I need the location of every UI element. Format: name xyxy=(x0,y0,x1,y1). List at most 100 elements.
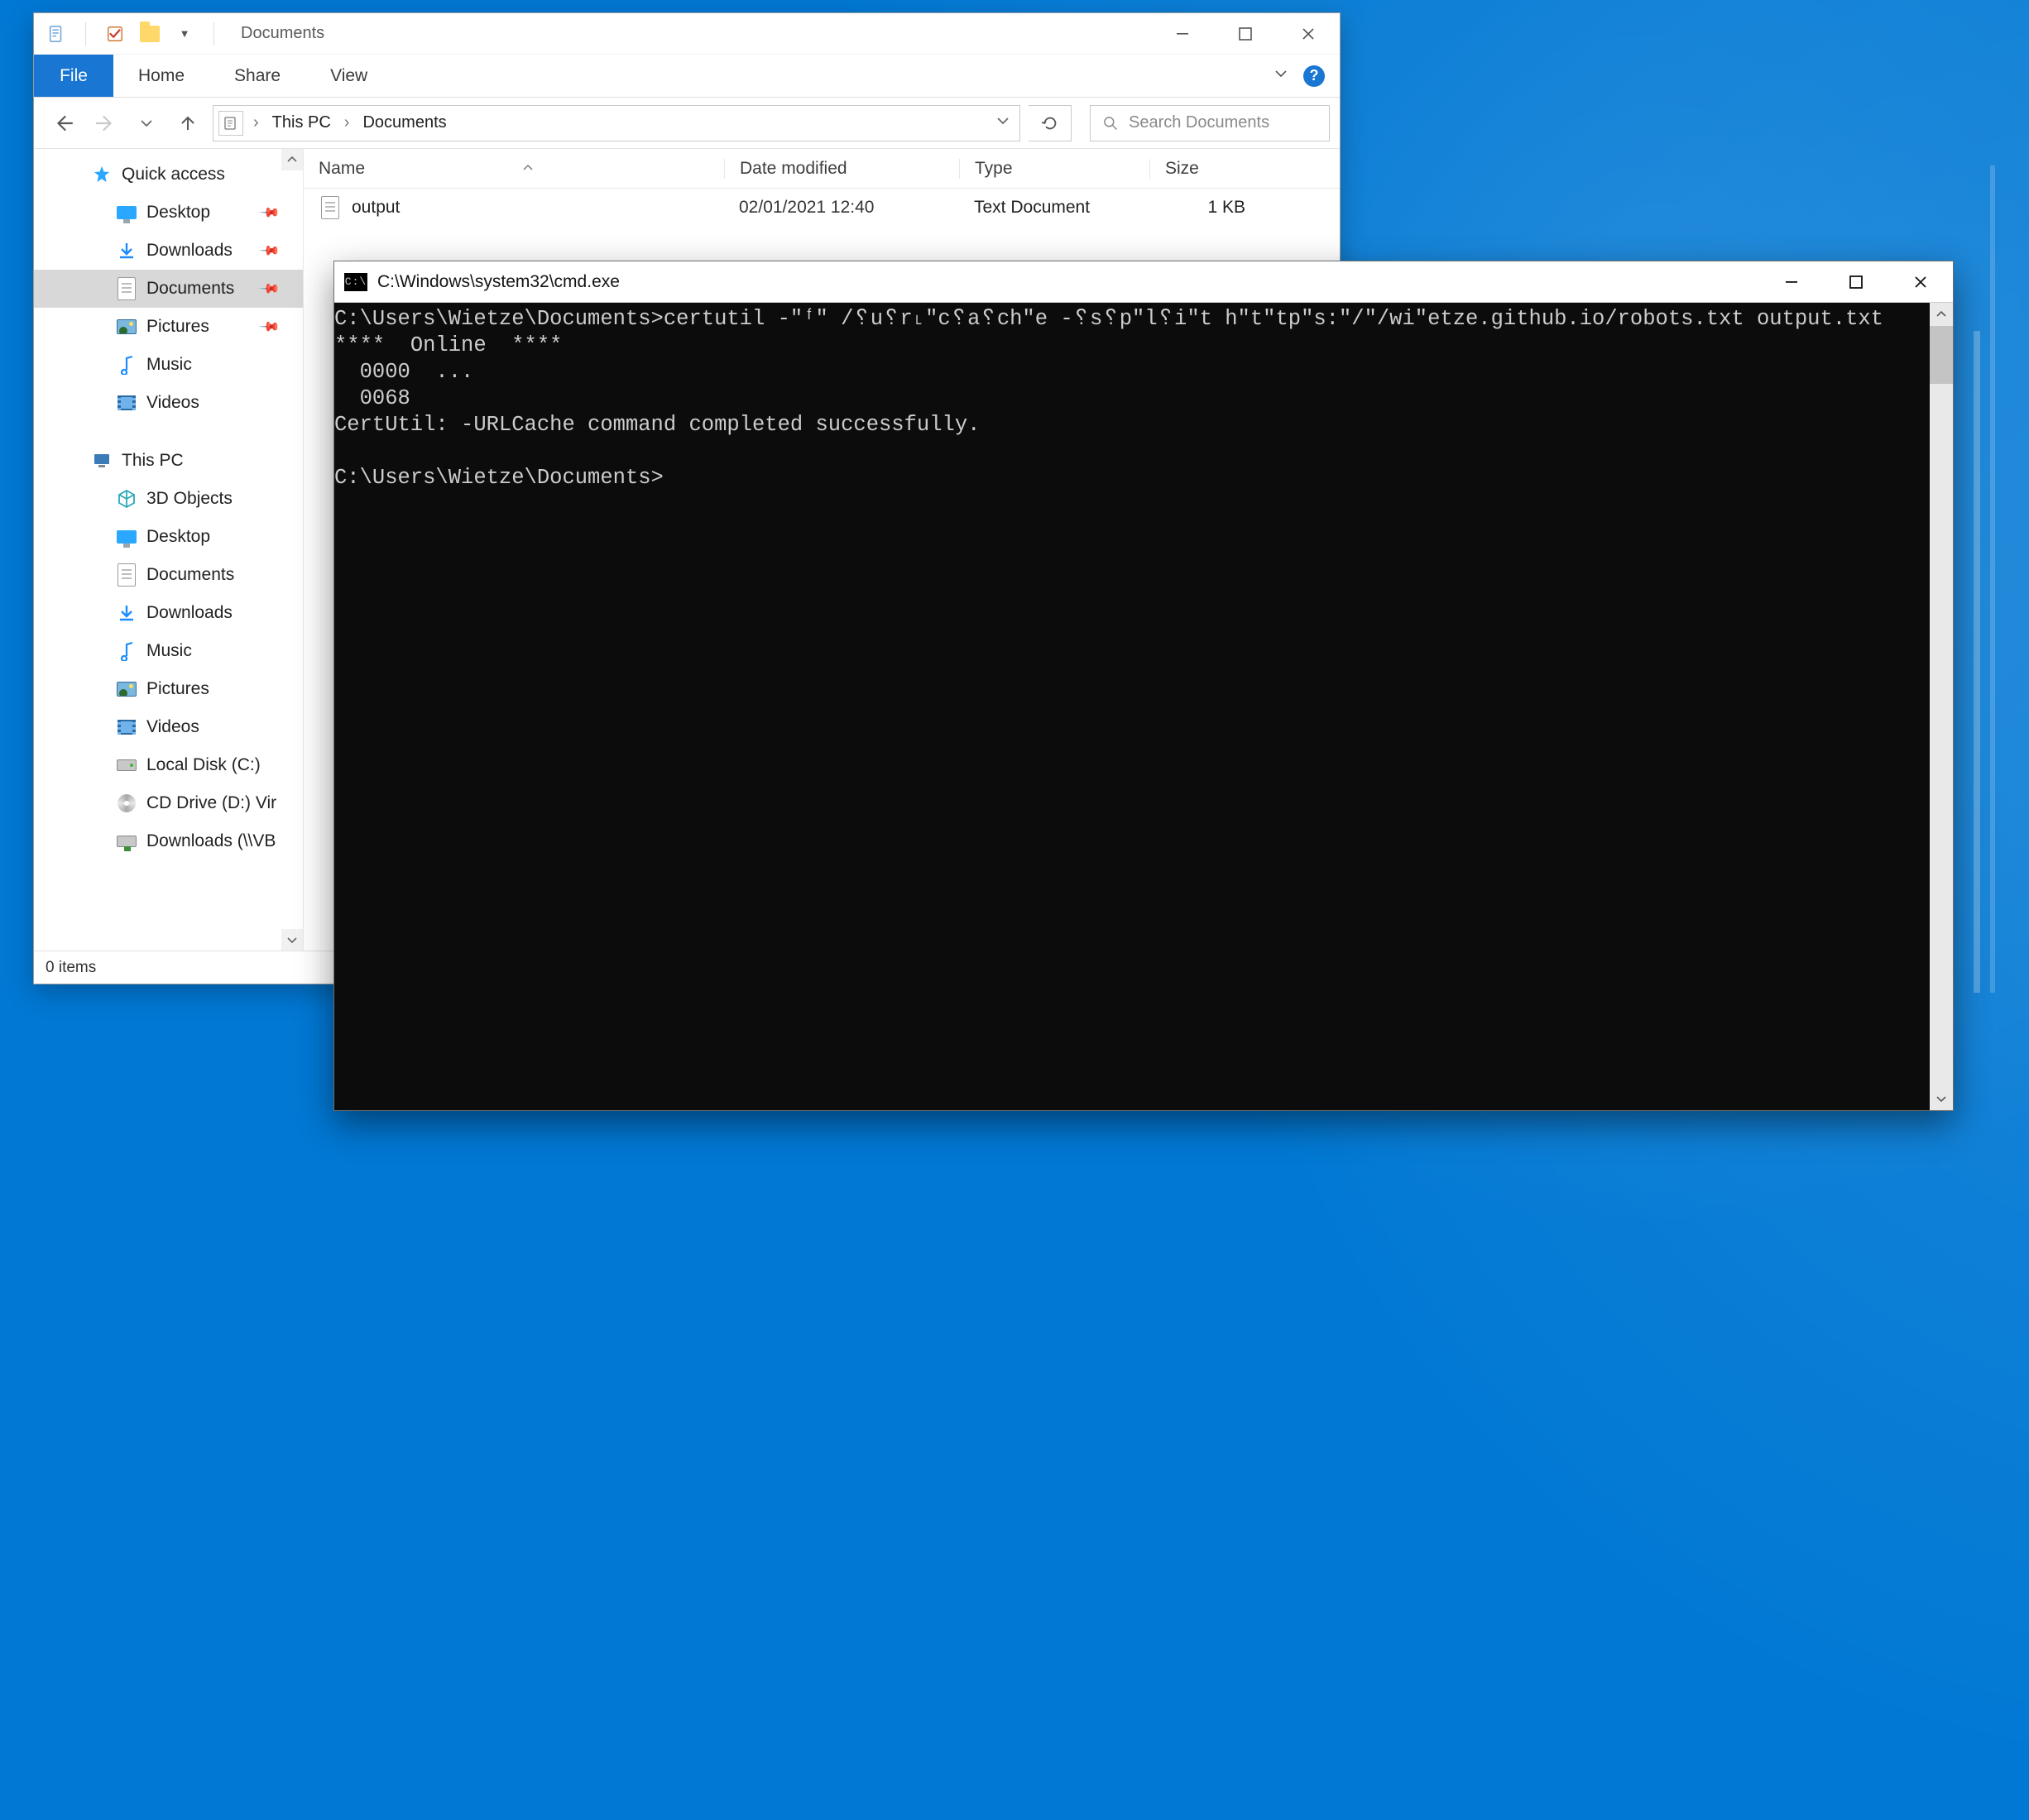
qat-check-icon[interactable] xyxy=(104,23,126,45)
cmd-titlebar[interactable]: C:\ C:\Windows\system32\cmd.exe xyxy=(334,261,1953,303)
tab-home[interactable]: Home xyxy=(113,55,209,97)
scroll-up-icon[interactable] xyxy=(1930,303,1953,326)
status-text: 0 items xyxy=(46,959,96,977)
sidebar-item-ddrive[interactable]: CD Drive (D:) Vir xyxy=(34,784,303,822)
pin-icon: 📌 xyxy=(258,315,281,338)
sidebar-item-netdownloads[interactable]: Downloads (\\VB xyxy=(34,822,303,860)
nav-this-pc[interactable]: This PC xyxy=(34,442,303,480)
sidebar-item-music[interactable]: Music xyxy=(34,346,303,384)
cmd-scrollbar[interactable] xyxy=(1930,303,1953,1110)
pin-icon: 📌 xyxy=(258,277,281,300)
sidebar-item-label: Local Disk (C:) xyxy=(146,755,261,775)
minimize-button[interactable] xyxy=(1151,13,1214,55)
music-icon xyxy=(117,641,137,661)
videos-icon xyxy=(117,393,137,413)
sidebar-item-desktop[interactable]: Desktop 📌 xyxy=(34,194,303,232)
nav-scroll-down-icon[interactable] xyxy=(281,929,303,951)
cd-icon xyxy=(117,793,137,813)
chevron-right-icon[interactable]: › xyxy=(341,113,353,132)
column-headers[interactable]: Name Date modified Type Size xyxy=(304,149,1340,189)
maximize-button[interactable] xyxy=(1214,13,1277,55)
nav-scroll-up-icon[interactable] xyxy=(281,149,303,170)
sidebar-item-label: Downloads xyxy=(146,603,233,623)
help-icon[interactable]: ? xyxy=(1303,65,1325,87)
cmd-maximize-button[interactable] xyxy=(1824,261,1888,303)
window-title: Documents xyxy=(241,24,324,43)
pin-icon: 📌 xyxy=(258,201,281,224)
chevron-right-icon[interactable]: › xyxy=(250,113,262,132)
col-type-label: Type xyxy=(975,159,1013,178)
sidebar-item-pictures[interactable]: Pictures 📌 xyxy=(34,308,303,346)
videos-icon xyxy=(117,717,137,737)
ribbon-tabs: File Home Share View ? xyxy=(34,55,1340,98)
sidebar-item-documents2[interactable]: Documents xyxy=(34,556,303,594)
sidebar-item-label: Videos xyxy=(146,717,199,737)
nav-quick-access-label: Quick access xyxy=(122,165,225,184)
sidebar-item-desktop2[interactable]: Desktop xyxy=(34,518,303,556)
nav-back-button[interactable] xyxy=(47,107,80,140)
cmd-minimize-button[interactable] xyxy=(1759,261,1824,303)
sidebar-item-label: CD Drive (D:) Vir xyxy=(146,793,276,813)
file-tab[interactable]: File xyxy=(34,55,113,97)
file-size: 1 KB xyxy=(1149,198,1265,218)
nav-quick-access[interactable]: Quick access xyxy=(34,156,303,194)
breadcrumb-folder-icon[interactable] xyxy=(218,111,243,136)
crumb-documents[interactable]: Documents xyxy=(359,113,449,132)
text-doc-icon xyxy=(320,198,340,218)
nav-forward-button[interactable] xyxy=(89,107,122,140)
close-button[interactable] xyxy=(1277,13,1340,55)
col-date[interactable]: Date modified xyxy=(724,159,959,179)
sidebar-item-cdrive[interactable]: Local Disk (C:) xyxy=(34,746,303,784)
sidebar-item-label: Videos xyxy=(146,393,199,413)
breadcrumb-dropdown-icon[interactable] xyxy=(996,113,1010,132)
navigation-pane[interactable]: Quick access Desktop 📌 Downloads 📌 Do xyxy=(34,149,304,951)
tab-share[interactable]: Share xyxy=(209,55,305,97)
cmd-icon: C:\ xyxy=(344,273,367,291)
sidebar-item-downloads2[interactable]: Downloads xyxy=(34,594,303,632)
sidebar-item-label: Pictures xyxy=(146,679,209,699)
table-row[interactable]: output 02/01/2021 12:40 Text Document 1 … xyxy=(304,189,1340,227)
crumb-this-pc[interactable]: This PC xyxy=(269,113,334,132)
sort-caret-icon xyxy=(522,159,534,179)
ribbon-expand-icon[interactable] xyxy=(1274,66,1288,85)
qat-properties-icon[interactable] xyxy=(46,23,67,45)
sidebar-item-label: Documents xyxy=(146,565,234,585)
file-name: output xyxy=(352,198,400,218)
col-name[interactable]: Name xyxy=(304,159,724,179)
refresh-button[interactable] xyxy=(1029,105,1072,141)
cmd-close-button[interactable] xyxy=(1888,261,1953,303)
file-date: 02/01/2021 12:40 xyxy=(724,198,959,218)
search-input[interactable]: Search Documents xyxy=(1090,105,1330,141)
col-size[interactable]: Size xyxy=(1149,159,1265,179)
sidebar-item-documents[interactable]: Documents 📌 xyxy=(34,270,303,308)
sidebar-item-pictures2[interactable]: Pictures xyxy=(34,670,303,708)
explorer-titlebar[interactable]: ▼ Documents xyxy=(34,13,1340,55)
col-name-label: Name xyxy=(319,159,365,179)
qat-dropdown-icon[interactable]: ▼ xyxy=(174,23,195,45)
sidebar-item-downloads[interactable]: Downloads 📌 xyxy=(34,232,303,270)
sidebar-item-3dobjects[interactable]: 3D Objects xyxy=(34,480,303,518)
download-icon xyxy=(117,241,137,261)
qat-folder-icon[interactable] xyxy=(139,23,161,45)
breadcrumb[interactable]: › This PC › Documents xyxy=(213,105,1020,141)
nav-recent-button[interactable] xyxy=(130,107,163,140)
search-placeholder: Search Documents xyxy=(1129,113,1269,132)
sidebar-item-videos2[interactable]: Videos xyxy=(34,708,303,746)
monitor-icon xyxy=(117,203,137,223)
col-type[interactable]: Type xyxy=(959,159,1149,179)
scroll-down-icon[interactable] xyxy=(1930,1087,1953,1110)
cube-icon xyxy=(117,489,137,509)
scroll-thumb[interactable] xyxy=(1930,326,1953,384)
download-icon xyxy=(117,603,137,623)
net-drive-icon xyxy=(117,831,137,851)
sidebar-item-label: Downloads xyxy=(146,241,233,261)
nav-up-button[interactable] xyxy=(171,107,204,140)
cmd-output[interactable]: C:\Users\Wietze\Documents>certutil -"ᶠ" … xyxy=(334,303,1930,1110)
sidebar-item-videos[interactable]: Videos xyxy=(34,384,303,422)
col-size-label: Size xyxy=(1165,159,1199,178)
sidebar-item-label: 3D Objects xyxy=(146,489,233,509)
sidebar-item-music2[interactable]: Music xyxy=(34,632,303,670)
tab-view[interactable]: View xyxy=(305,55,392,97)
sidebar-item-label: Desktop xyxy=(146,527,210,547)
this-pc-icon xyxy=(92,451,112,471)
